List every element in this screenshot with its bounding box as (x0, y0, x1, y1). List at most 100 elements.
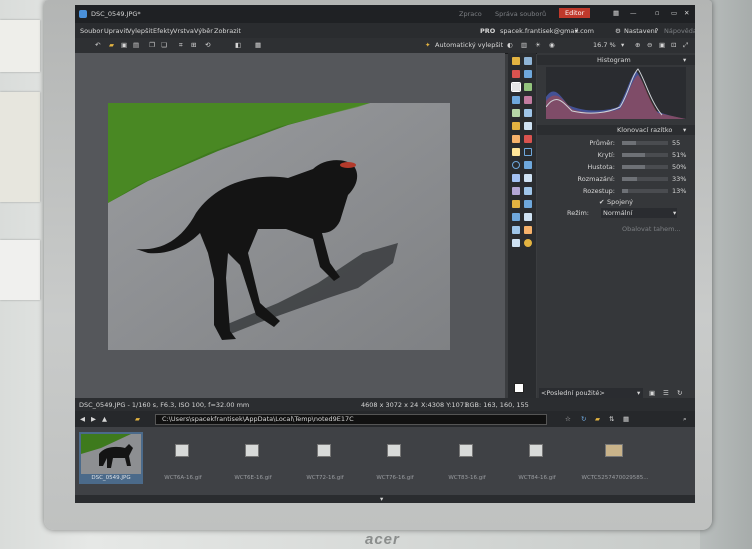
eyedropper-tool-icon[interactable] (524, 226, 532, 234)
grid-icon[interactable]: ▦ (613, 9, 619, 17)
param-row[interactable]: Průměr: 55 (557, 139, 687, 148)
hand-tool-icon[interactable] (512, 239, 520, 247)
param-slider[interactable] (622, 177, 668, 181)
move-tool-icon[interactable] (512, 174, 520, 182)
param-value[interactable]: 55 (672, 139, 680, 147)
filmstrip-thumb[interactable]: WCT84-16.gif (505, 432, 569, 484)
zoom-level[interactable]: 16.7 % (593, 41, 616, 49)
gear-icon[interactable]: ⚙ (615, 27, 621, 35)
joined-checkbox-icon[interactable]: ✔ (599, 198, 604, 206)
brightness-icon[interactable]: ☀ (535, 41, 541, 49)
effects-icon[interactable]: ◐ (507, 41, 513, 49)
shape-tool-icon[interactable] (524, 122, 532, 130)
mask-tool-icon[interactable] (524, 213, 532, 221)
blur-tool-icon[interactable] (524, 187, 532, 195)
undo-icon[interactable]: ↶ (95, 41, 100, 49)
sort-icon[interactable]: ⇅ (609, 415, 614, 423)
compare-icon[interactable]: ◧ (235, 41, 241, 49)
zoom-fit-icon[interactable]: ▣ (659, 41, 665, 49)
menu-vylepsit[interactable]: Vylepšit (127, 27, 153, 35)
crop-tool-icon[interactable] (512, 57, 520, 65)
straighten-tool-icon[interactable] (524, 57, 532, 65)
text-tool-icon[interactable] (512, 122, 520, 130)
red-eye-tool-icon[interactable] (512, 70, 520, 78)
search-icon[interactable]: ⌕ (683, 415, 687, 423)
brush-tool-icon[interactable] (512, 96, 520, 104)
retouch-tool-icon[interactable] (524, 70, 532, 78)
close-icon[interactable]: ✕ (684, 9, 689, 17)
line-tool-icon[interactable] (512, 226, 520, 234)
menu-soubor[interactable]: Soubor (80, 27, 103, 35)
heal-tool-icon[interactable] (524, 83, 532, 91)
levels-icon[interactable]: ▥ (521, 41, 527, 49)
layer-tool-icon[interactable] (512, 213, 520, 221)
forward-icon[interactable]: ▶ (91, 415, 96, 423)
param-row[interactable]: Krytí: 51% (557, 151, 687, 160)
rotate-icon[interactable]: ⟲ (205, 41, 210, 49)
wand-icon[interactable]: ✦ (425, 41, 430, 49)
gradient-tool-icon[interactable] (524, 135, 532, 143)
filmstrip-thumb[interactable]: WCT72-16.gif (293, 432, 357, 484)
tab-zpracovat[interactable]: Zpraco (459, 10, 482, 18)
auto-enhance-button[interactable]: Automatický vylepšit (435, 41, 503, 49)
star-icon[interactable]: ☆ (565, 415, 571, 423)
chevron-down-icon[interactable]: ▾ (575, 27, 578, 35)
filmstrip-thumb[interactable]: WCT6A-16.gif (151, 432, 215, 484)
clone-tool-icon[interactable] (511, 82, 521, 92)
param-value[interactable]: 51% (672, 151, 686, 159)
menu-upravit[interactable]: Upravit (104, 27, 128, 35)
menu-efekty[interactable]: Efekty (153, 27, 174, 35)
fill-tool-icon[interactable] (512, 135, 520, 143)
zoom-dropdown-icon[interactable]: ▾ (621, 41, 624, 49)
dodge-tool-icon[interactable] (512, 200, 520, 208)
minimize-icon[interactable]: — (630, 9, 637, 17)
path-input[interactable]: C:\Users\spacekfrantisek\AppData\Local\T… (155, 414, 547, 425)
photo-dog-on-road[interactable] (108, 103, 450, 350)
transform-tool-icon[interactable] (524, 174, 532, 182)
tab-file-manager[interactable]: Správa souborů (495, 10, 546, 18)
menu-vrstva[interactable]: Vrstva (173, 27, 194, 35)
rect-select-tool-icon[interactable] (524, 148, 532, 156)
save-preset-icon[interactable]: ▣ (649, 389, 655, 397)
image-canvas[interactable] (75, 53, 505, 398)
maximize-icon[interactable]: ▫ (655, 9, 659, 17)
restore-icon[interactable]: ▭ (671, 9, 677, 17)
recent-chevron-icon[interactable]: ▾ (637, 389, 640, 397)
ellipse-select-tool-icon[interactable] (512, 161, 520, 169)
recent-used-select[interactable]: <Poslední použité> (539, 388, 643, 398)
refresh-icon[interactable]: ↻ (581, 415, 586, 423)
mode-chevron-icon[interactable]: ▾ (673, 209, 676, 217)
menu-vyber[interactable]: Výběr (194, 27, 213, 35)
param-row[interactable]: Hustota: 50% (557, 163, 687, 172)
menu-zobrazit[interactable]: Zobrazit (214, 27, 241, 35)
zoom-in-icon[interactable]: ⊕ (635, 41, 640, 49)
zoom-actual-icon[interactable]: ⊡ (671, 41, 676, 49)
param-value[interactable]: 50% (672, 163, 686, 171)
param-slider[interactable] (622, 153, 668, 157)
filmstrip-thumb[interactable]: WCT6E-16.gif (221, 432, 285, 484)
param-row[interactable]: Rozestup: 13% (557, 187, 687, 196)
manage-preset-icon[interactable]: ☰ (663, 389, 669, 397)
expand-filmstrip-icon[interactable]: ▾ (380, 495, 383, 503)
lasso-tool-icon[interactable] (524, 109, 532, 117)
save-icon[interactable]: ▣ (121, 41, 127, 49)
view-icon[interactable]: ▦ (623, 415, 629, 423)
filmstrip-thumb[interactable]: WCT76-16.gif (363, 432, 427, 484)
sun-tool-icon[interactable] (524, 239, 532, 247)
print-icon[interactable]: ▤ (133, 41, 139, 49)
zoom-out-icon[interactable]: ⊖ (647, 41, 652, 49)
histogram-header[interactable]: Histogram ▾ (537, 55, 695, 65)
open-folder-icon[interactable]: ▰ (595, 415, 600, 423)
magic-wand-tool-icon[interactable] (524, 161, 532, 169)
panel-menu-icon[interactable]: ▾ (683, 56, 686, 64)
pencil-tool-icon[interactable] (512, 148, 520, 156)
joined-checkbox-label[interactable]: Spojený (607, 198, 633, 206)
burn-tool-icon[interactable] (524, 200, 532, 208)
filmstrip-thumb[interactable]: DSC_0549.JPG (79, 432, 143, 484)
reset-icon[interactable]: ↻ (677, 389, 682, 397)
panel-menu-icon[interactable]: ▾ (683, 126, 686, 134)
param-row[interactable]: Rozmazání: 33% (557, 175, 687, 184)
tab-editor[interactable]: Editor (559, 8, 591, 18)
param-slider[interactable] (622, 189, 668, 193)
param-value[interactable]: 13% (672, 187, 686, 195)
